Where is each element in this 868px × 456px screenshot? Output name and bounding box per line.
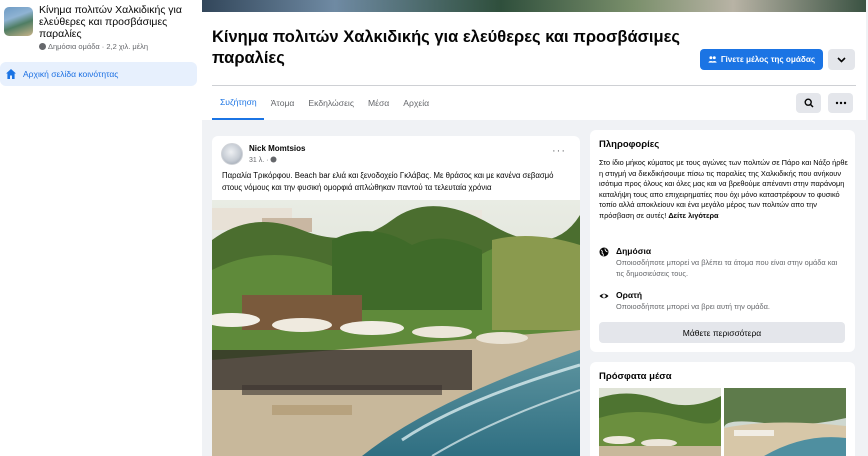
join-group-button[interactable]: Γίνετε μέλος της ομάδας	[700, 49, 823, 70]
more-options-button[interactable]	[828, 93, 853, 113]
page-title: Κίνημα πολιτών Χαλκιδικής για ελεύθερες …	[212, 28, 680, 67]
post-text: Παραλία Τρικόρφου. Beach bar ελιά και ξε…	[222, 171, 554, 192]
post-time-text: 31 λ. ·	[249, 157, 269, 164]
group-thumbnail[interactable]	[4, 7, 33, 36]
post-timestamp[interactable]: 31 λ. ·	[249, 156, 277, 164]
left-sidebar: Κίνημα πολιτών Χαλκιδικής για ελεύθερες …	[0, 0, 202, 456]
info-description-text: Στο ίδιο μήκος κύματος με τους αγώνες τω…	[599, 158, 848, 220]
tab-files[interactable]: Αρχεία	[396, 92, 436, 114]
public-globe-icon	[39, 43, 46, 50]
sidebar-item-label: Αρχική σελίδα κοινότητας	[23, 69, 119, 79]
more-dots-icon	[835, 101, 846, 105]
join-group-label: Γίνετε μέλος της ομάδας	[720, 55, 816, 64]
chevron-down-icon	[837, 56, 846, 63]
group-meta: Δημόσια ομάδα · 2,2 χιλ. μέλη	[39, 42, 199, 51]
info-description: Στο ίδιο μήκος κύματος με τους αγώνες τω…	[599, 158, 849, 221]
public-title: Δημόσια	[616, 246, 652, 256]
info-title: Πληροφορίες	[599, 139, 660, 150]
header-dropdown-button[interactable]	[828, 49, 855, 70]
sidebar-group-name[interactable]: Κίνημα πολιτών Χαλκιδικής για ελεύθερες …	[39, 4, 199, 40]
visible-title: Ορατή	[616, 290, 643, 300]
join-group-icon	[708, 56, 717, 63]
media-thumbnail[interactable]	[599, 388, 721, 456]
media-thumbnail[interactable]	[724, 388, 846, 456]
post-menu-button[interactable]: ···	[552, 145, 566, 157]
search-button[interactable]	[796, 93, 821, 113]
public-description: Οποιοσδήποτε μπορεί να βλέπει τα άτομα π…	[616, 258, 838, 278]
see-less-link[interactable]: Δείτε λιγότερα	[668, 211, 718, 220]
avatar[interactable]	[221, 143, 243, 165]
recent-media-card: Πρόσφατα μέσα	[590, 362, 855, 456]
group-header: Κίνημα πολιτών Χαλκιδικής για ελεύθερες …	[202, 12, 866, 120]
privacy-public-row: Δημόσια Οποιοσδήποτε μπορεί να βλέπει τα…	[599, 246, 838, 279]
post-card: Nick Momtsios 31 λ. · ··· Παραλία Τρικόρ…	[212, 136, 580, 456]
visibility-row: Ορατή Οποιοσδήποτε μπορεί να βρει αυτή τ…	[599, 290, 838, 313]
header-divider	[212, 85, 856, 86]
learn-more-button[interactable]: Μάθετε περισσότερα	[599, 322, 845, 343]
beach-photo[interactable]	[212, 200, 580, 456]
group-meta-text: Δημόσια ομάδα · 2,2 χιλ. μέλη	[48, 42, 149, 51]
search-icon	[803, 98, 814, 108]
eye-icon	[599, 293, 609, 299]
cover-photo	[202, 0, 866, 12]
post-author[interactable]: Nick Momtsios	[249, 144, 305, 153]
tab-events[interactable]: Εκδηλώσεις	[301, 92, 361, 114]
globe-icon	[270, 156, 277, 163]
tab-people[interactable]: Άτομα	[264, 92, 302, 114]
tab-media[interactable]: Μέσα	[361, 92, 396, 114]
home-icon	[6, 69, 16, 79]
globe-icon	[599, 247, 609, 257]
tab-discussion[interactable]: Συζήτηση	[212, 92, 264, 120]
visible-description: Οποιοσδήποτε μπορεί να βρει αυτή την ομά…	[616, 302, 770, 311]
group-tabs: Συζήτηση Άτομα Εκδηλώσεις Μέσα Αρχεία	[212, 92, 436, 120]
info-card: Πληροφορίες Στο ίδιο μήκος κύματος με το…	[590, 130, 855, 352]
sidebar-item-community-home[interactable]: Αρχική σελίδα κοινότητας	[0, 62, 197, 86]
recent-media-title: Πρόσφατα μέσα	[599, 371, 672, 382]
sidebar-group-header[interactable]: Κίνημα πολιτών Χαλκιδικής για ελεύθερες …	[0, 0, 202, 51]
